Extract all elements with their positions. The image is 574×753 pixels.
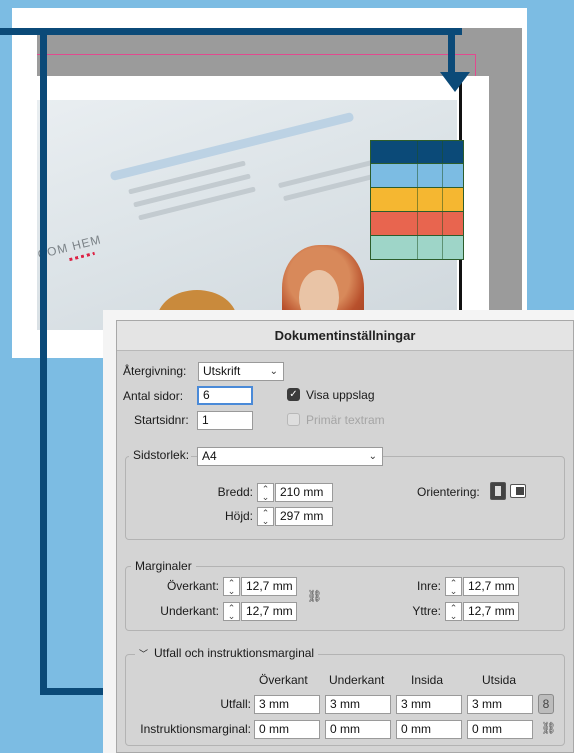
bleed-slug-header[interactable]: ﹀ Utfall och instruktionsmarginal — [135, 646, 319, 660]
column-header-inside: Insida — [411, 673, 444, 687]
bleed-inside-input[interactable]: 3 mm — [396, 695, 462, 714]
num-pages-input[interactable]: 6 — [197, 386, 253, 405]
margins-title: Marginaler — [131, 559, 196, 573]
portrait-orientation-icon[interactable] — [490, 482, 506, 500]
slug-bottom-input[interactable]: 0 mm — [325, 720, 391, 739]
orientation-label: Orientering: — [417, 485, 480, 499]
margin-outside-label: Yttre: — [412, 604, 441, 618]
arrow-line-down — [448, 28, 455, 76]
height-label: Höjd: — [224, 509, 253, 523]
unlinked-chain-icon[interactable]: ⛓ — [541, 721, 556, 735]
height-stepper[interactable]: ⌃ ⌄ — [257, 507, 274, 526]
blurred-headline — [109, 111, 355, 182]
bleed-guide-horizontal — [37, 54, 475, 55]
swatch-light-blue — [370, 164, 464, 188]
swatch-mint — [370, 236, 464, 260]
column-header-top: Överkant — [259, 673, 308, 687]
chevron-down-icon: ⌄ — [269, 366, 278, 377]
margins-group — [125, 566, 565, 631]
primary-textframe-checkbox[interactable] — [287, 413, 300, 426]
slug-label: Instruktionsmarginal: — [140, 722, 251, 736]
document-setup-dialog: Dokumentinställningar Återgivning: Utskr… — [103, 310, 574, 753]
column-header-outside: Utsida — [482, 673, 517, 687]
page-size-value: A4 — [202, 449, 217, 463]
column-header-bottom: Underkant — [329, 673, 385, 687]
chevron-down-icon: ⌄ — [368, 451, 377, 462]
slug-outside-input[interactable]: 0 mm — [467, 720, 533, 739]
height-input[interactable]: 297 mm — [275, 507, 333, 526]
rendering-select[interactable]: Utskrift ⌄ — [198, 362, 284, 381]
width-input[interactable]: 210 mm — [275, 483, 333, 502]
margin-inside-label: Inre: — [416, 579, 441, 593]
bleed-label: Utfall: — [220, 697, 251, 711]
facing-pages-checkbox[interactable]: ✓ — [287, 388, 300, 401]
margin-inside-input[interactable]: 12,7 mm — [463, 577, 519, 596]
margin-outside-stepper[interactable]: ⌃ ⌄ — [445, 602, 462, 621]
dialog-panel: Dokumentinställningar Återgivning: Utskr… — [116, 320, 574, 753]
margin-bottom-input[interactable]: 12,7 mm — [241, 602, 297, 621]
margin-top-input[interactable]: 12,7 mm — [241, 577, 297, 596]
margin-inside-stepper[interactable]: ⌃ ⌄ — [445, 577, 462, 596]
bleed-top-input[interactable]: 3 mm — [254, 695, 320, 714]
swatch-yellow — [370, 188, 464, 212]
swatch-dark-blue — [370, 140, 464, 164]
rendering-value: Utskrift — [203, 364, 241, 378]
margin-bottom-label: Underkant: — [160, 604, 219, 618]
margin-bottom-stepper[interactable]: ⌃ ⌄ — [223, 602, 240, 621]
landscape-orientation-icon[interactable] — [510, 484, 526, 498]
page-size-select[interactable]: A4 ⌄ — [197, 447, 383, 466]
primary-textframe-label: Primär textram — [306, 413, 385, 427]
width-stepper[interactable]: ⌃ ⌄ — [257, 483, 274, 502]
chevron-down-icon: ﹀ — [139, 649, 149, 659]
slug-top-input[interactable]: 0 mm — [254, 720, 320, 739]
start-page-input[interactable]: 1 — [197, 411, 253, 430]
slug-inside-input[interactable]: 0 mm — [396, 720, 462, 739]
margin-outside-input[interactable]: 12,7 mm — [463, 602, 519, 621]
color-swatch-grid — [370, 140, 464, 260]
arrow-line-top — [0, 28, 462, 35]
arrow-line-vertical — [40, 28, 47, 693]
facing-pages-label: Visa uppslag — [306, 388, 375, 402]
dialog-title: Dokumentinställningar — [117, 321, 573, 351]
start-page-label: Startsidnr: — [134, 413, 189, 427]
width-label: Bredd: — [217, 485, 253, 499]
num-pages-label: Antal sidor: — [123, 389, 184, 403]
margin-top-stepper[interactable]: ⌃ ⌄ — [223, 577, 240, 596]
bleed-bottom-input[interactable]: 3 mm — [325, 695, 391, 714]
swatch-coral — [370, 212, 464, 236]
margin-top-label: Överkant: — [166, 579, 219, 593]
arrow-head-down-icon — [440, 72, 470, 92]
rendering-label: Återgivning: — [123, 364, 187, 378]
bleed-outside-input[interactable]: 3 mm — [467, 695, 533, 714]
unlinked-chain-icon[interactable]: ⛓ — [307, 589, 322, 603]
linked-chain-icon[interactable]: 8 — [538, 694, 554, 714]
page-size-label: Sidstorlek: — [129, 448, 192, 462]
bleed-slug-title: Utfall och instruktionsmarginal — [154, 646, 315, 660]
